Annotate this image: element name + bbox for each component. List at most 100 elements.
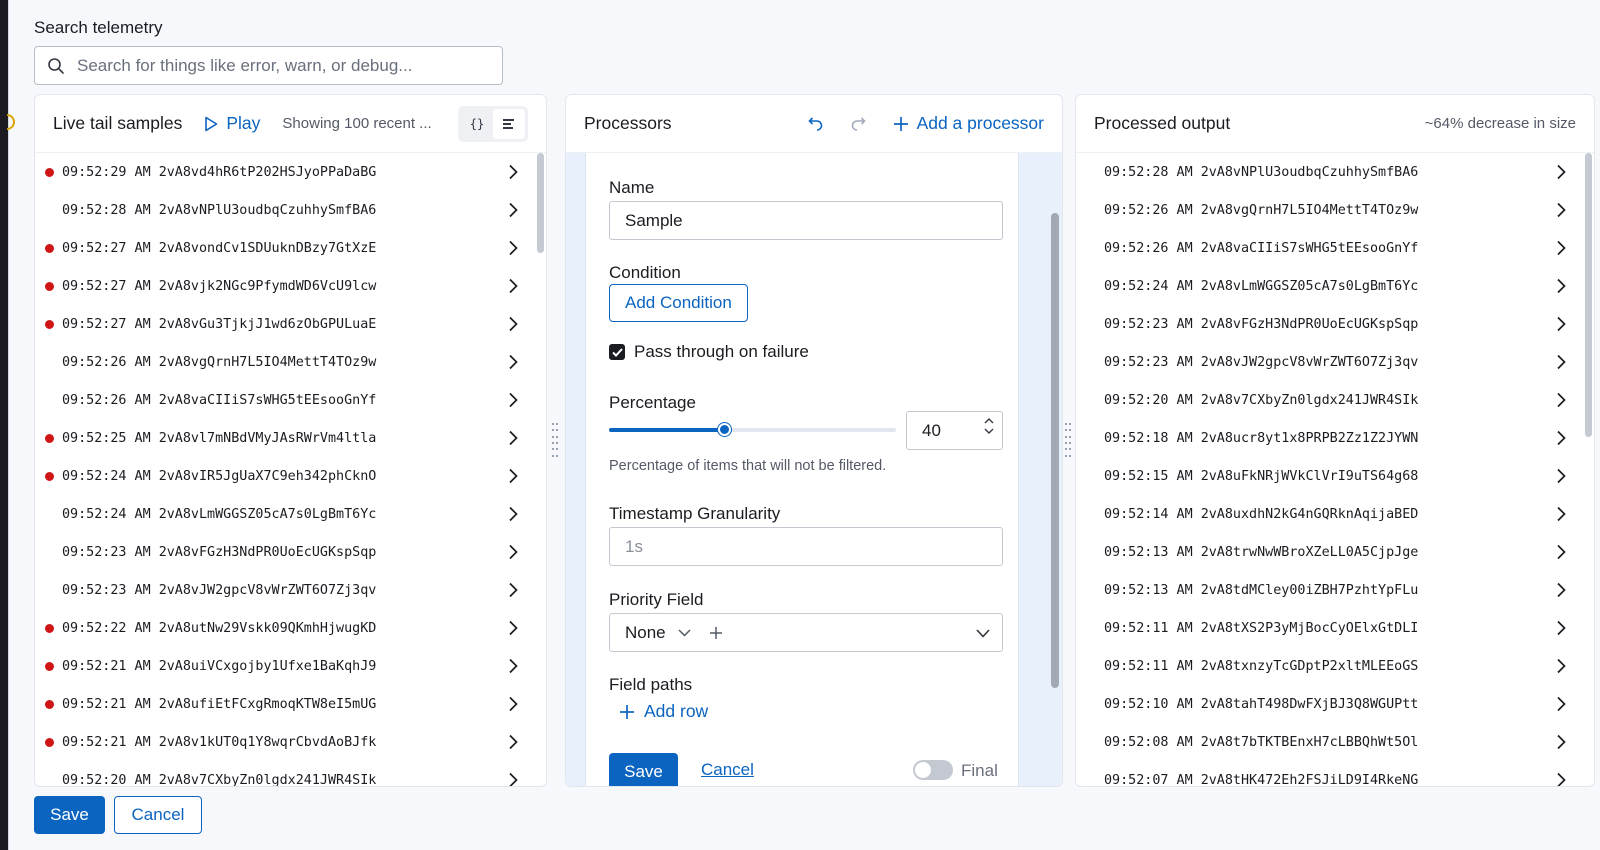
list-item[interactable]: 09:52:27 AM 2vA8vondCv1SDUuknDBzy7GtXzE [35, 229, 546, 267]
search-label: Search telemetry [34, 18, 163, 37]
list-item[interactable]: 09:52:18 AM 2vA8ucr8yt1x8PRPB2Zz1Z2JYWN [1076, 419, 1594, 457]
list-item[interactable]: 09:52:25 AM 2vA8vl7mNBdVMyJAsRWrVm4ltla [35, 419, 546, 457]
pass-through-checkbox[interactable] [609, 344, 625, 360]
chevron-right-icon[interactable] [1556, 316, 1566, 332]
chevron-right-icon[interactable] [1556, 202, 1566, 218]
chevron-right-icon[interactable] [508, 620, 518, 636]
list-item[interactable]: 09:52:24 AM 2vA8vLmWGGSZ05cA7s0LgBmT6Yc [35, 495, 546, 533]
increment-icon[interactable] [984, 418, 994, 424]
list-item[interactable]: 09:52:22 AM 2vA8utNw29Vskk09QKmhHjwugKD [35, 609, 546, 647]
chevron-right-icon[interactable] [1556, 544, 1566, 560]
processor-save-button[interactable]: Save [609, 753, 678, 786]
granularity-input[interactable] [609, 527, 1003, 566]
chevron-right-icon[interactable] [1556, 734, 1566, 750]
chevron-right-icon[interactable] [508, 202, 518, 218]
list-item[interactable]: 09:52:07 AM 2vA8tHK472Eh2FSJiLD9I4RkeNG [1076, 761, 1594, 787]
chevron-right-icon[interactable] [508, 582, 518, 598]
add-condition-button[interactable]: Add Condition [609, 284, 748, 322]
list-item[interactable]: 09:52:23 AM 2vA8vFGzH3NdPR0UoEcUGKspSqp [1076, 305, 1594, 343]
list-item[interactable]: 09:52:24 AM 2vA8vLmWGGSZ05cA7s0LgBmT6Yc [1076, 267, 1594, 305]
chevron-right-icon[interactable] [1556, 772, 1566, 787]
chevron-right-icon[interactable] [1556, 354, 1566, 370]
chevron-right-icon[interactable] [508, 772, 518, 787]
list-item[interactable]: 09:52:13 AM 2vA8trwNwWBroXZeLL0A5CjpJge [1076, 533, 1594, 571]
chevron-right-icon[interactable] [1556, 468, 1566, 484]
list-item[interactable]: 09:52:23 AM 2vA8vJW2gpcV8vWrZWT6O7Zj3qv [35, 571, 546, 609]
list-item[interactable]: 09:52:28 AM 2vA8vNPlU3oudbqCzuhhySmfBA6 [1076, 153, 1594, 191]
undo-icon[interactable] [805, 114, 825, 134]
chevron-right-icon[interactable] [1556, 696, 1566, 712]
chevron-right-icon[interactable] [508, 734, 518, 750]
list-item[interactable]: 09:52:14 AM 2vA8uxdhN2kG4nGQRknAqijaBED [1076, 495, 1594, 533]
list-item[interactable]: 09:52:26 AM 2vA8vgQrnH7L5IO4MettT4TOz9w [35, 343, 546, 381]
list-item[interactable]: 09:52:11 AM 2vA8txnzyTcGDptP2xltMLEEoGS [1076, 647, 1594, 685]
cancel-button[interactable]: Cancel [114, 796, 202, 834]
chevron-right-icon[interactable] [1556, 658, 1566, 674]
output-scrollbar[interactable] [1585, 153, 1592, 437]
list-item[interactable]: 09:52:11 AM 2vA8tXS2P3yMjBocCyOElxGtDLI [1076, 609, 1594, 647]
chevron-right-icon[interactable] [1556, 620, 1566, 636]
list-item[interactable]: 09:52:26 AM 2vA8vgQrnH7L5IO4MettT4TOz9w [1076, 191, 1594, 229]
slider-thumb[interactable] [717, 423, 731, 436]
name-input[interactable] [609, 201, 1003, 240]
list-item[interactable]: 09:52:27 AM 2vA8vGu3TjkjJ1wd6zObGPULuaE [35, 305, 546, 343]
chevron-right-icon[interactable] [508, 658, 518, 674]
list-item[interactable]: 09:52:08 AM 2vA8t7bTKTBEnxH7cLBBQhWt5Ol [1076, 723, 1594, 761]
chevron-right-icon[interactable] [508, 164, 518, 180]
chevron-right-icon[interactable] [508, 392, 518, 408]
list-item[interactable]: 09:52:21 AM 2vA8v1kUT0q1Y8wqrCbvdAoBJfk [35, 723, 546, 761]
chevron-right-icon[interactable] [508, 278, 518, 294]
chevron-right-icon[interactable] [508, 696, 518, 712]
add-row-button[interactable]: Add row [620, 701, 708, 722]
decrement-icon[interactable] [984, 428, 994, 434]
list-item[interactable]: 09:52:15 AM 2vA8uFkNRjWVkClVrI9uTS64g68 [1076, 457, 1594, 495]
list-item[interactable]: 09:52:27 AM 2vA8vjk2NGc9PfymdWD6VcU9lcw [35, 267, 546, 305]
left-resize-handle[interactable] [552, 423, 558, 459]
list-item[interactable]: 09:52:13 AM 2vA8tdMCley00iZBH7PzhtYpFLu [1076, 571, 1594, 609]
chevron-right-icon[interactable] [1556, 430, 1566, 446]
list-item[interactable]: 09:52:21 AM 2vA8uiVCxgojby1Ufxe1BaKqhJ9 [35, 647, 546, 685]
list-item[interactable]: 09:52:20 AM 2vA8v7CXbyZn0lgdx241JWR4SIk [1076, 381, 1594, 419]
live-tail-scrollbar[interactable] [537, 153, 544, 253]
chevron-right-icon[interactable] [1556, 392, 1566, 408]
search-input[interactable] [77, 55, 477, 76]
chevron-right-icon[interactable] [508, 506, 518, 522]
play-button[interactable]: Play [204, 113, 260, 134]
chevron-right-icon[interactable] [508, 430, 518, 446]
list-item[interactable]: 09:52:26 AM 2vA8vaCIIiS7sWHG5tEEsooGnYf [1076, 229, 1594, 267]
processor-cancel-link[interactable]: Cancel [701, 760, 754, 780]
chevron-right-icon[interactable] [1556, 278, 1566, 294]
text-view-button[interactable] [493, 108, 525, 139]
chevron-right-icon[interactable] [1556, 506, 1566, 522]
save-button[interactable]: Save [34, 796, 105, 834]
priority-field-select[interactable]: None [609, 613, 1003, 652]
chevron-right-icon[interactable] [1556, 240, 1566, 256]
list-item[interactable]: 09:52:23 AM 2vA8vJW2gpcV8vWrZWT6O7Zj3qv [1076, 343, 1594, 381]
search-field[interactable] [34, 46, 503, 85]
chevron-right-icon[interactable] [508, 468, 518, 484]
chevron-right-icon[interactable] [508, 316, 518, 332]
list-item[interactable]: 09:52:29 AM 2vA8vd4hR6tP202HSJyoPPaDaBG [35, 153, 546, 191]
processor-scrollbar[interactable] [1051, 213, 1059, 688]
percentage-slider[interactable] [609, 423, 896, 436]
plus-icon[interactable] [709, 626, 723, 640]
list-item[interactable]: 09:52:26 AM 2vA8vaCIIiS7sWHG5tEEsooGnYf [35, 381, 546, 419]
chevron-right-icon[interactable] [1556, 582, 1566, 598]
chevron-right-icon[interactable] [508, 354, 518, 370]
list-item[interactable]: 09:52:23 AM 2vA8vFGzH3NdPR0UoEcUGKspSqp [35, 533, 546, 571]
redo-icon[interactable] [849, 114, 869, 134]
list-item[interactable]: 09:52:28 AM 2vA8vNPlU3oudbqCzuhhySmfBA6 [35, 191, 546, 229]
list-item[interactable]: 09:52:24 AM 2vA8vIR5JgUaX7C9eh342phCknO [35, 457, 546, 495]
chevron-right-icon[interactable] [508, 240, 518, 256]
json-view-button[interactable]: {} [461, 109, 493, 139]
chevron-right-icon[interactable] [508, 544, 518, 560]
right-resize-handle[interactable] [1065, 423, 1071, 459]
chevron-right-icon[interactable] [1556, 164, 1566, 180]
list-item[interactable]: 09:52:21 AM 2vA8ufiEtFCxgRmoqKTW8eI5mUG [35, 685, 546, 723]
add-processor-button[interactable]: Add a processor [893, 113, 1044, 134]
chevron-down-icon[interactable] [678, 628, 691, 637]
list-item[interactable]: 09:52:20 AM 2vA8v7CXbyZn0lgdx241JWR4SIk [35, 761, 546, 787]
list-item[interactable]: 09:52:10 AM 2vA8tahT498DwFXjBJ3Q8WGUPtt [1076, 685, 1594, 723]
final-toggle[interactable] [913, 760, 953, 780]
percentage-input[interactable]: 40 [906, 411, 1003, 450]
